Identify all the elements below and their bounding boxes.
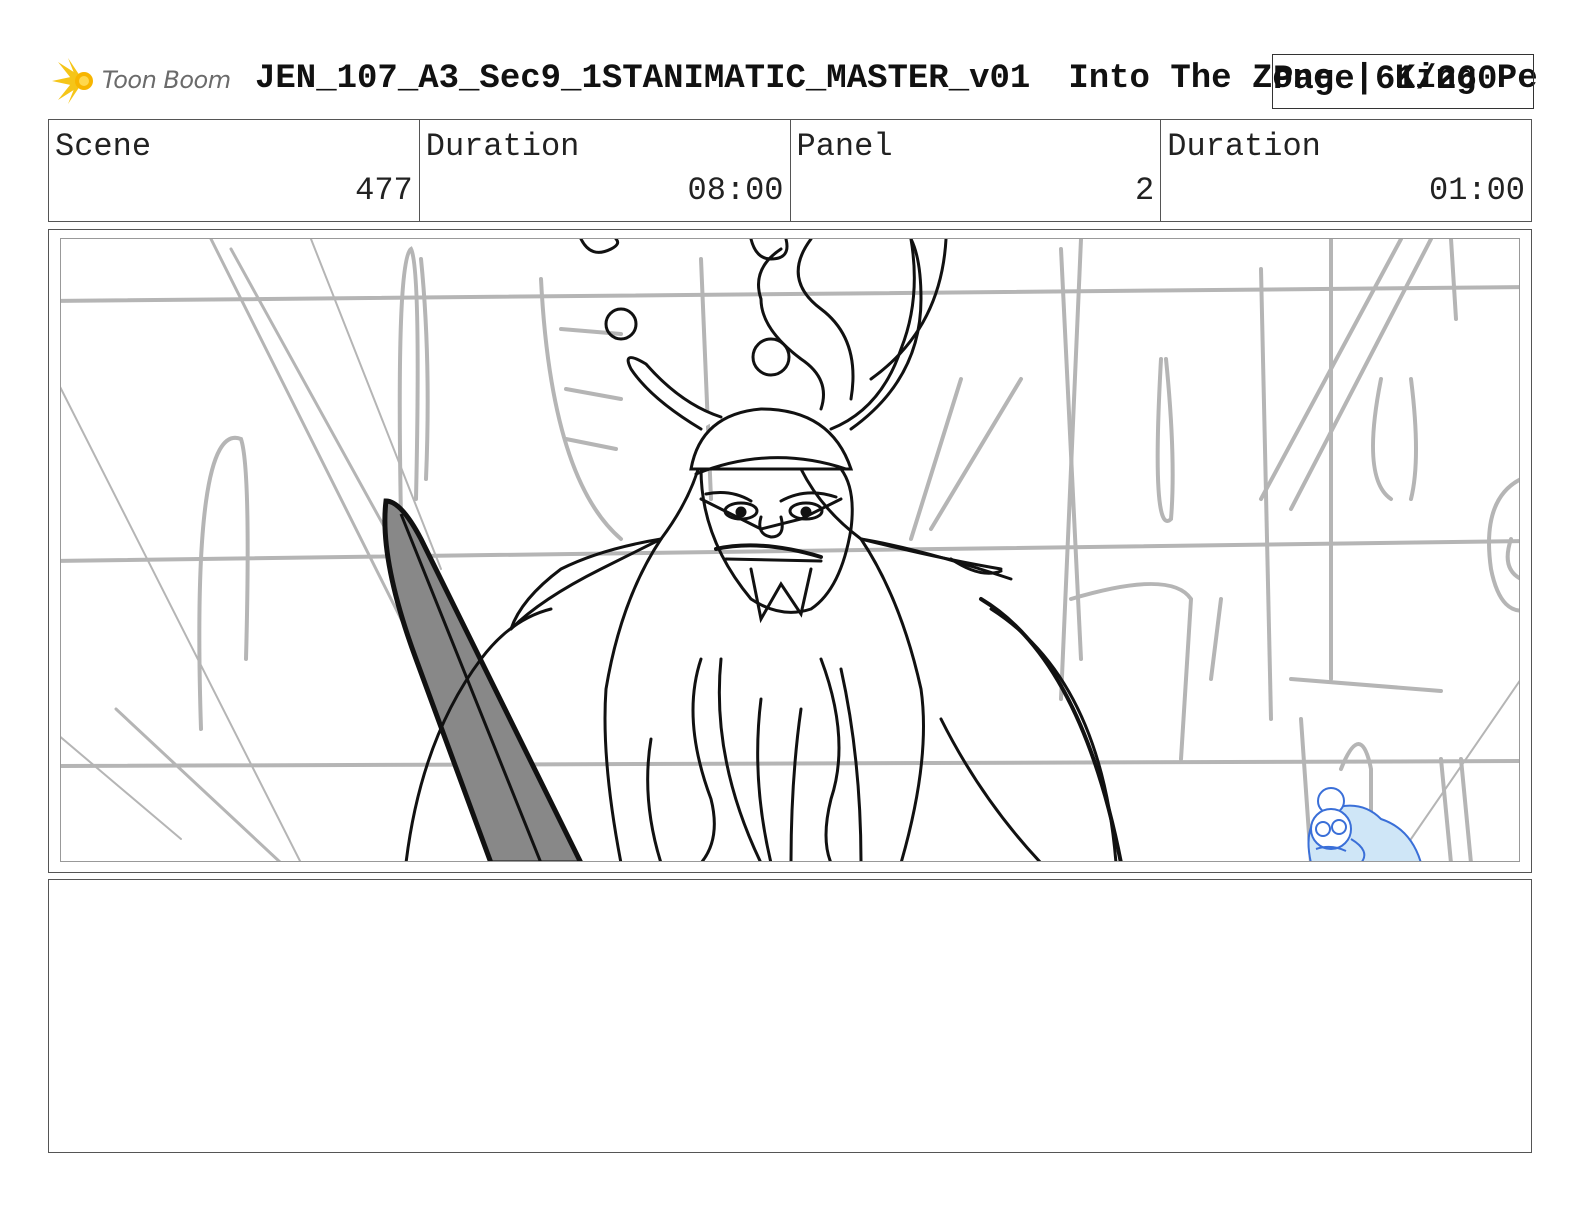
panel-label: Panel xyxy=(796,128,893,165)
blue-mouse-character xyxy=(1307,787,1422,861)
panel-duration-label: Duration xyxy=(1167,128,1321,165)
scene-duration-cell: Duration 08:00 xyxy=(420,120,791,221)
project-title: JEN_107_A3_Sec9_1STANIMATIC_MASTER_v01 xyxy=(255,60,1031,98)
toon-boom-logo: Toon Boom xyxy=(50,56,240,106)
sparkle-logo-icon xyxy=(52,58,93,104)
scene-label: Scene xyxy=(55,128,152,165)
panel-value: 2 xyxy=(1135,172,1155,209)
page-number: Page 61/260 xyxy=(1273,61,1498,99)
logo-text: Toon Boom xyxy=(102,66,231,94)
scene-cell: Scene 477 xyxy=(49,120,420,221)
scene-duration-value: 08:00 xyxy=(687,172,784,209)
panel-duration-cell: Duration 01:00 xyxy=(1161,120,1531,221)
scene-value: 477 xyxy=(355,172,413,209)
scene-duration-label: Duration xyxy=(425,128,580,165)
panel-cell: Panel 2 xyxy=(791,120,1162,221)
storyboard-panel-image xyxy=(60,238,1520,862)
storyboard-panel-frame xyxy=(48,229,1532,873)
panel-duration-value: 01:00 xyxy=(1428,172,1525,209)
viking-king-sketch xyxy=(61,239,1519,861)
panel-notes-area xyxy=(48,879,1532,1153)
page-indicator: Page 61/260 xyxy=(1272,54,1534,109)
scene-info-table: Scene 477 Duration 08:00 Panel 2 Duratio… xyxy=(48,119,1532,222)
